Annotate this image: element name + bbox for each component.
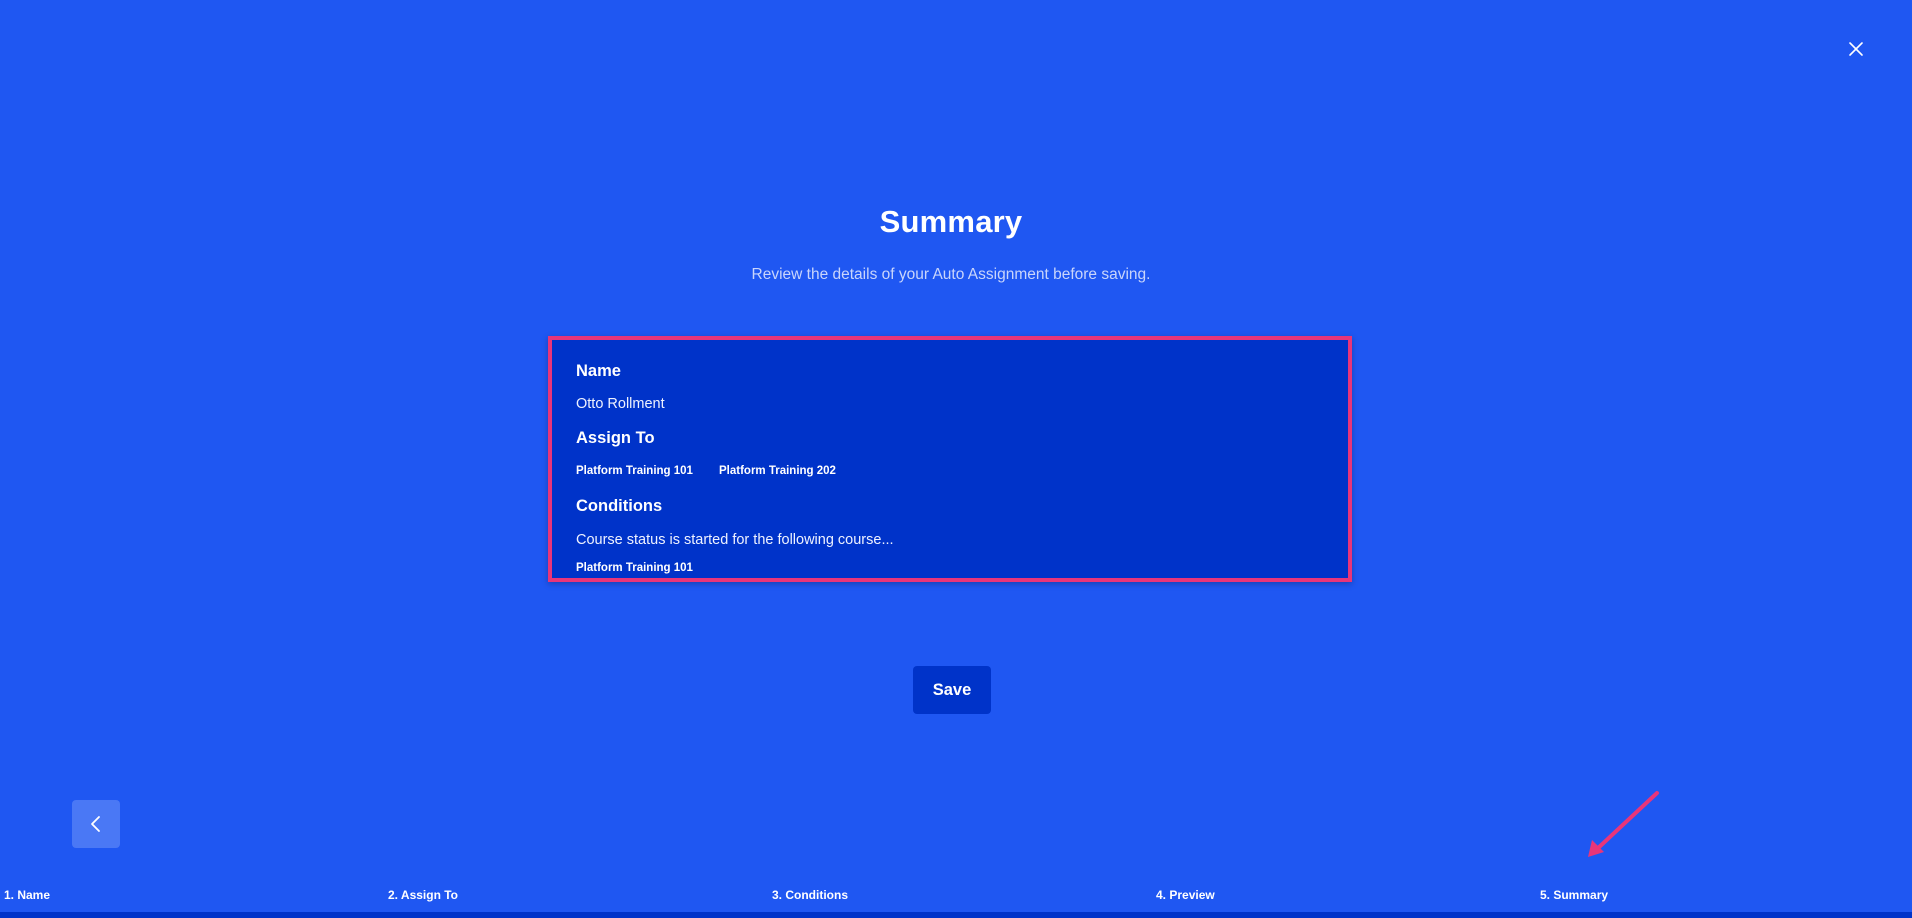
arrow-annotation [1588, 791, 1659, 857]
conditions-course-item: Platform Training 101 [576, 562, 693, 574]
step-preview[interactable]: 4. Preview [1156, 888, 1215, 902]
step-name[interactable]: 1. Name [4, 888, 50, 902]
assign-to-heading: Assign To [576, 429, 655, 447]
name-value: Otto Rollment [576, 396, 665, 412]
close-icon [1849, 42, 1863, 56]
conditions-text: Course status is started for the followi… [576, 532, 894, 548]
progress-bar [0, 912, 1912, 918]
auto-assignment-summary-page: Summary Review the details of your Auto … [0, 0, 1912, 918]
step-summary[interactable]: 5. Summary [1540, 888, 1608, 902]
wizard-steps: 1. Name 2. Assign To 3. Conditions 4. Pr… [0, 888, 1912, 908]
back-button[interactable] [72, 800, 120, 848]
assign-to-item: Platform Training 202 [719, 465, 836, 477]
step-conditions[interactable]: 3. Conditions [772, 888, 848, 902]
assign-to-item: Platform Training 101 [576, 465, 693, 477]
step-assign-to[interactable]: 2. Assign To [388, 888, 458, 902]
conditions-heading: Conditions [576, 497, 663, 515]
save-button[interactable]: Save [913, 666, 991, 714]
summary-card: Name Otto Rollment Assign To Platform Tr… [548, 336, 1352, 582]
name-heading: Name [576, 362, 621, 380]
page-title: Summary [879, 204, 1023, 239]
chevron-left-icon [91, 816, 100, 832]
page-subtitle: Review the details of your Auto Assignme… [751, 266, 1151, 283]
close-button[interactable] [1843, 36, 1869, 62]
